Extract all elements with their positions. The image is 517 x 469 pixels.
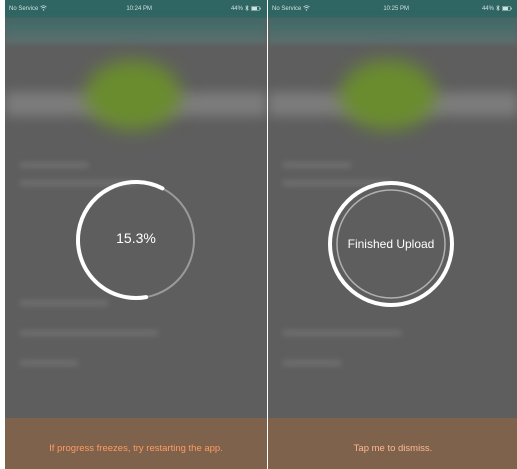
finished-upload-label: Finished Upload [347,237,435,251]
restart-hint-banner: If progress freezes, try restarting the … [5,418,267,469]
dismiss-banner[interactable]: Tap me to dismiss. [268,418,517,469]
upload-finished-screen: No Service 10:25 PM 44% Finished Upload … [268,0,517,469]
upload-complete-ring [328,181,454,307]
progress-percent-label: 15.3% [116,230,156,246]
upload-progress-screen: No Service 10:24 PM 44% 15.3% If progres… [5,0,267,469]
screenshot-composite: No Service 10:24 PM 44% 15.3% If progres… [0,0,517,469]
dismiss-text: Tap me to dismiss. [353,443,433,454]
restart-hint-text: If progress freezes, try restarting the … [49,443,223,454]
